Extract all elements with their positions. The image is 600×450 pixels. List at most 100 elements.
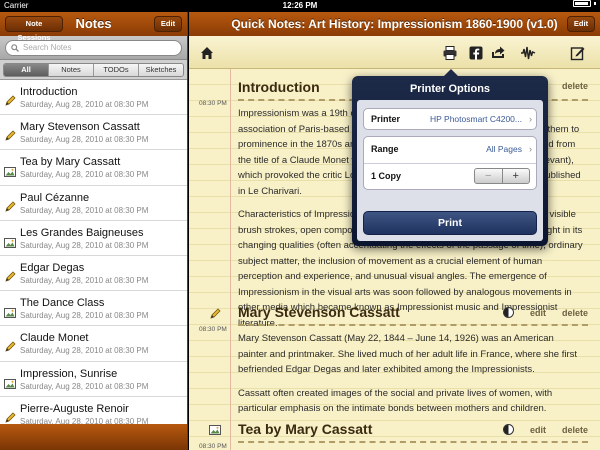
list-item[interactable]: The Dance Class Saturday, Aug 28, 2010 at… (0, 291, 187, 327)
pencil-icon (210, 308, 221, 319)
detail-edit-button[interactable]: Edit (567, 16, 595, 32)
session-title: Quick Notes: Art History: Impressionism … (231, 17, 558, 31)
note-title: Tea by Mary Cassatt (238, 421, 373, 437)
picture-icon (4, 235, 16, 253)
pencil-icon (4, 94, 16, 112)
detail-toolbar (189, 36, 600, 69)
list-item-title: Paul Cézanne (20, 191, 90, 204)
list-item-title: Les Grandes Baigneuses (20, 226, 144, 239)
popover-arrow (443, 69, 459, 77)
list-item-date: Saturday, Aug 28, 2010 at 08:30 PM (20, 240, 149, 250)
pencil-icon (4, 200, 16, 218)
search-input[interactable]: Search Notes (5, 40, 182, 56)
list-item-date: Saturday, Aug 28, 2010 at 08:30 PM (20, 381, 149, 391)
note-paragraph: Mary Stevenson Cassatt (May 22, 1844 – J… (238, 333, 578, 375)
pencil-icon (4, 340, 16, 358)
compose-icon[interactable] (570, 45, 586, 61)
search-icon (11, 44, 19, 52)
contrast-icon[interactable] (502, 307, 514, 318)
delete-link[interactable]: delete (562, 81, 588, 91)
note-time: 08:30 PM (199, 326, 227, 333)
decrement-button[interactable]: − (475, 169, 503, 183)
range-row[interactable]: Range All Pages › (364, 137, 536, 164)
detail-header: Quick Notes: Art History: Impressionism … (189, 12, 600, 36)
title-divider (238, 441, 588, 443)
share-icon[interactable] (490, 45, 506, 61)
list-item-title: Impression, Sunrise (20, 367, 118, 380)
list-item[interactable]: Introduction Saturday, Aug 28, 2010 at 08… (0, 80, 187, 116)
delete-link[interactable]: delete (562, 425, 588, 435)
picture-icon (4, 164, 16, 182)
list-item-date: Saturday, Aug 28, 2010 at 08:30 PM (20, 170, 149, 180)
battery-icon (573, 0, 596, 7)
list-item-date: Saturday, Aug 28, 2010 at 08:30 PM (20, 346, 149, 356)
list-item[interactable]: Paul Cézanne Saturday, Aug 28, 2010 at 08… (0, 186, 187, 221)
notes-sidebar: Note Sessions Notes Edit Search Notes Al… (0, 12, 188, 450)
pencil-icon (4, 270, 16, 288)
filter-tab-todos[interactable]: TODOs (94, 64, 139, 76)
list-item[interactable]: Impression, Sunrise Saturday, Aug 28, 201… (0, 362, 187, 397)
filter-tab-notes[interactable]: Notes (49, 64, 94, 76)
facebook-icon[interactable] (468, 45, 484, 61)
sidebar-header: Note Sessions Notes Edit (0, 12, 187, 42)
list-item-title: Mary Stevenson Cassatt (20, 121, 140, 134)
list-item[interactable]: Edgar Degas Saturday, Aug 28, 2010 at 08:… (0, 256, 187, 292)
popover-body: Printer HP Photosmart C4200... › Range A… (357, 100, 543, 241)
note-paragraph: Cassatt often created images of the soci… (238, 387, 553, 415)
list-item-date: Saturday, Aug 28, 2010 at 08:30 PM (20, 205, 149, 215)
list-item-title: Pierre-Auguste Renoir (20, 402, 129, 415)
list-item-date: Saturday, Aug 28, 2010 at 08:30 PM (20, 275, 149, 285)
note-title: Mary Stevenson Cassatt (238, 304, 400, 320)
copies-label: 1 Copy (371, 171, 402, 181)
sidebar-footer (0, 424, 187, 450)
delete-link[interactable]: delete (562, 308, 588, 318)
list-item-title: Claude Monet (20, 332, 89, 345)
sidebar-edit-button[interactable]: Edit (154, 16, 182, 32)
list-item-title: Tea by Mary Cassatt (20, 156, 121, 169)
edit-link[interactable]: edit (530, 308, 546, 318)
filter-bar: All Notes TODOs Sketches (0, 60, 187, 80)
printer-label: Printer (371, 114, 401, 124)
filter-segmented-control: All Notes TODOs Sketches (3, 63, 184, 77)
title-divider (238, 324, 588, 326)
list-item[interactable]: Les Grandes Baigneuses Saturday, Aug 28, … (0, 221, 187, 256)
filter-tab-sketches[interactable]: Sketches (139, 64, 183, 76)
chevron-right-icon: › (529, 114, 532, 124)
edit-link[interactable]: edit (530, 425, 546, 435)
printer-row[interactable]: Printer HP Photosmart C4200... › (363, 108, 537, 130)
list-item[interactable]: Tea by Mary Cassatt Saturday, Aug 28, 201… (0, 150, 187, 186)
printer-value: HP Photosmart C4200... (430, 114, 522, 124)
note-body: Mary Stevenson Cassatt (May 22, 1844 – J… (238, 331, 584, 425)
list-item[interactable]: Mary Stevenson Cassatt Saturday, Aug 28, … (0, 115, 187, 151)
range-label: Range (371, 144, 399, 154)
note-time: 08:30 PM (199, 100, 227, 107)
list-item-date: Saturday, Aug 28, 2010 at 08:30 PM (20, 100, 149, 109)
search-placeholder: Search Notes (23, 43, 72, 52)
printer-options-popover: Printer Options Printer HP Photosmart C4… (352, 69, 548, 246)
audio-icon[interactable] (520, 45, 536, 61)
margin-line (230, 69, 231, 450)
list-item-date: Saturday, Aug 28, 2010 at 08:30 PM (20, 311, 149, 321)
home-icon[interactable] (199, 45, 215, 61)
chevron-right-icon: › (529, 144, 532, 154)
picture-icon (4, 305, 16, 323)
copies-stepper: − + (474, 168, 530, 184)
list-item-title: The Dance Class (20, 297, 105, 310)
copies-row: 1 Copy − + (364, 164, 536, 191)
pencil-icon (4, 129, 16, 147)
list-item-title: Introduction (20, 86, 78, 98)
list-item[interactable]: Claude Monet Saturday, Aug 28, 2010 at 08… (0, 326, 187, 362)
print-button[interactable]: Print (363, 211, 537, 235)
picture-icon (209, 425, 221, 435)
note-time: 08:30 PM (199, 443, 227, 450)
increment-button[interactable]: + (503, 169, 530, 183)
printer-icon[interactable] (442, 45, 458, 61)
filter-tab-all[interactable]: All (4, 64, 49, 76)
range-value: All Pages (486, 144, 522, 154)
contrast-icon[interactable] (502, 424, 514, 435)
popover-title: Printer Options (409, 83, 491, 95)
picture-icon (4, 376, 16, 394)
list-item-title: Edgar Degas (20, 261, 85, 274)
print-settings-group: Range All Pages › 1 Copy − + (363, 136, 537, 190)
note-title: Introduction (238, 79, 320, 95)
